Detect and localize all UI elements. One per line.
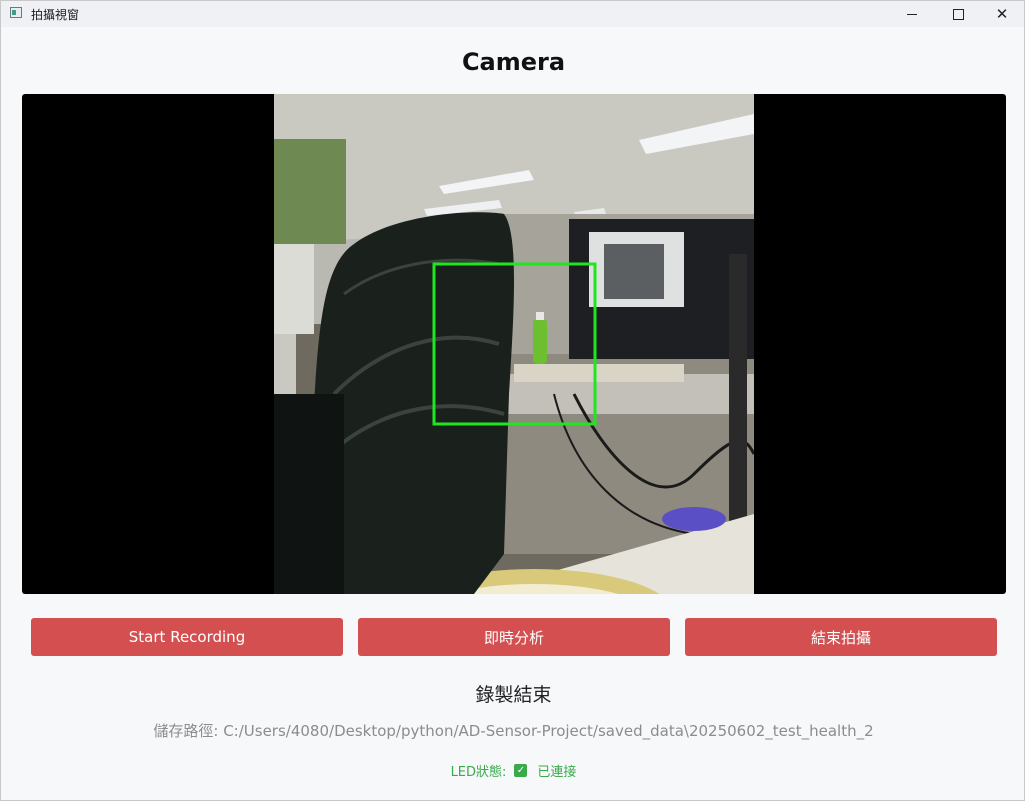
camera-preview: [22, 94, 1006, 594]
camera-feed-image: [274, 94, 754, 594]
app-window-icon: [10, 7, 22, 18]
start-recording-button[interactable]: Start Recording: [31, 618, 343, 656]
page-title: Camera: [461, 48, 566, 76]
realtime-analysis-button[interactable]: 即時分析: [358, 618, 670, 656]
camera-scene: [274, 94, 754, 594]
led-status-value: 已連接: [537, 765, 577, 780]
maximize-button[interactable]: [935, 1, 981, 27]
title-bar[interactable]: 拍攝視窗 ✕: [1, 1, 1024, 27]
maximize-icon: [952, 8, 964, 20]
checkbox-checked-icon: ✓: [514, 764, 528, 777]
led-status-label: LED狀態:: [450, 765, 507, 780]
camera-window: 拍攝視窗 ✕ Camera Start Recording 即時分析 結束拍攝 …: [0, 0, 1025, 801]
save-path-label: 儲存路徑: C:/Users/4080/Desktop/python/AD-Se…: [153, 722, 874, 740]
recording-status: 錄製結束: [475, 684, 552, 706]
window-title: 拍攝視窗: [31, 8, 80, 22]
minimize-button[interactable]: [889, 1, 935, 27]
close-button[interactable]: ✕: [979, 1, 1025, 27]
led-status-row: LED狀態: ✓ 已連接: [1, 761, 1025, 780]
minimize-icon: [907, 13, 917, 15]
close-icon: ✕: [995, 5, 1009, 23]
end-capture-button[interactable]: 結束拍攝: [685, 618, 997, 656]
